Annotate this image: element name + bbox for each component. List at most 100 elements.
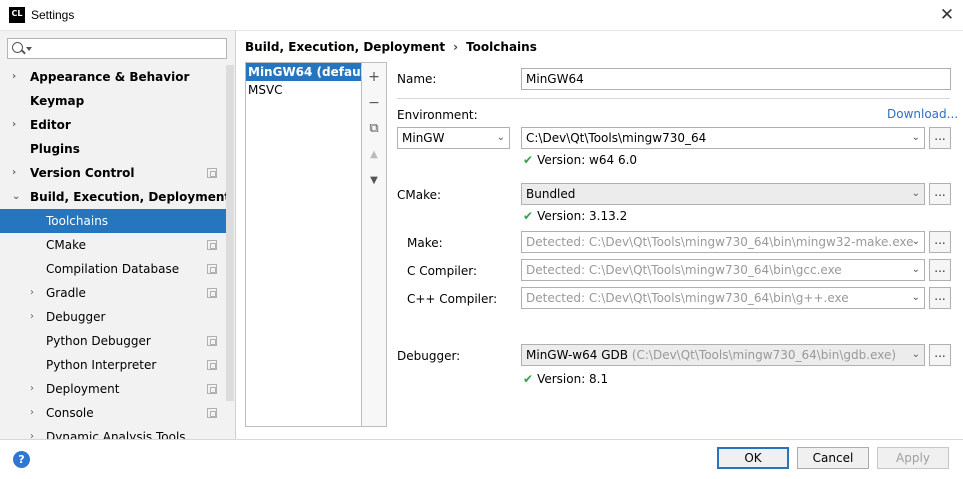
sidebar-item-console[interactable]: › Console <box>0 401 226 425</box>
environment-path-select[interactable]: C:\Dev\Qt\Tools\mingw730_64 ⌄ <box>521 127 925 149</box>
sidebar-item-deployment[interactable]: › Deployment <box>0 377 226 401</box>
sidebar-item-python-debugger[interactable]: Python Debugger <box>0 329 226 353</box>
project-scope-icon <box>207 288 217 298</box>
clion-app-icon: CL <box>9 7 25 23</box>
check-icon: ✔ <box>523 372 534 386</box>
project-scope-icon <box>207 264 217 274</box>
make-browse-button[interactable]: ... <box>929 231 951 253</box>
cancel-button[interactable]: Cancel <box>797 447 869 469</box>
sidebar-item-debugger[interactable]: › Debugger <box>0 305 226 329</box>
check-icon: ✔ <box>523 209 534 223</box>
chevron-down-icon: ⌄ <box>911 349 920 360</box>
breadcrumb: Build, Execution, Deployment › Toolchains <box>245 40 537 54</box>
sidebar-scrollbar[interactable] <box>226 65 234 401</box>
sidebar-item-python-interpreter[interactable]: Python Interpreter <box>0 353 226 377</box>
chevron-right-icon[interactable]: › <box>30 425 34 439</box>
cpp-compiler-select[interactable]: Detected: C:\Dev\Qt\Tools\mingw730_64\bi… <box>521 287 925 309</box>
project-scope-icon <box>207 168 217 178</box>
copy-icon[interactable]: ⧉ <box>362 118 386 140</box>
cpp-compiler-label: C++ Compiler: <box>407 292 498 306</box>
debugger-select[interactable]: MinGW-w64 GDB (C:\Dev\Qt\Tools\mingw730_… <box>521 344 925 366</box>
apply-button[interactable]: Apply <box>877 447 949 469</box>
project-scope-icon <box>207 336 217 346</box>
make-label: Make: <box>407 236 443 250</box>
breadcrumb-separator: › <box>453 40 459 54</box>
sidebar-item-plugins[interactable]: Plugins <box>0 137 226 161</box>
sidebar-item-editor[interactable]: › Editor <box>0 113 226 137</box>
sidebar-item-build-execution-deployment[interactable]: ⌄ Build, Execution, Deployment <box>0 185 230 209</box>
environment-type-value: MinGW <box>402 131 445 145</box>
sidebar-item-label: Debugger <box>46 310 106 324</box>
sidebar-item-label: Python Interpreter <box>46 358 157 372</box>
sidebar-item-label: Version Control <box>30 166 135 180</box>
debugger-browse-button[interactable]: ... <box>929 344 951 366</box>
divider <box>397 98 950 99</box>
move-down-icon[interactable]: ▼ <box>362 170 386 192</box>
chevron-right-icon[interactable]: › <box>30 401 34 425</box>
debugger-label: Debugger: <box>397 349 461 363</box>
chevron-down-icon: ⌄ <box>911 292 920 303</box>
cmake-version: ✔ Version: 3.13.2 <box>523 209 628 223</box>
project-scope-icon <box>207 360 217 370</box>
make-select[interactable]: Detected: C:\Dev\Qt\Tools\mingw730_64\bi… <box>521 231 925 253</box>
cmake-select[interactable]: Bundled ⌄ <box>521 183 925 205</box>
window-title: Settings <box>31 8 75 22</box>
check-icon: ✔ <box>523 153 534 167</box>
add-icon[interactable]: + <box>362 66 386 88</box>
debugger-path: (C:\Dev\Qt\Tools\mingw730_64\bin\gdb.exe… <box>631 348 897 362</box>
environment-browse-button[interactable]: ... <box>929 127 951 149</box>
sidebar-item-keymap[interactable]: Keymap <box>0 89 226 113</box>
chevron-down-icon: ⌄ <box>911 188 920 199</box>
download-link[interactable]: Download... <box>887 107 958 121</box>
environment-version: ✔ Version: w64 6.0 <box>523 153 638 167</box>
chevron-down-icon[interactable]: ⌄ <box>12 185 20 209</box>
cmake-browse-button[interactable]: ... <box>929 183 951 205</box>
move-up-icon[interactable]: ▲ <box>362 144 386 166</box>
cmake-value: Bundled <box>526 187 576 201</box>
sidebar-item-label: Python Debugger <box>46 334 151 348</box>
close-icon[interactable]: ✕ <box>936 5 958 25</box>
c-compiler-label: C Compiler: <box>407 264 478 278</box>
cpp-compiler-browse-button[interactable]: ... <box>929 287 951 309</box>
chevron-right-icon[interactable]: › <box>30 305 34 329</box>
sidebar-item-appearance-behavior[interactable]: › Appearance & Behavior <box>0 65 226 89</box>
sidebar-item-version-control[interactable]: › Version Control <box>0 161 226 185</box>
c-compiler-browse-button[interactable]: ... <box>929 259 951 281</box>
sidebar-item-cmake[interactable]: CMake <box>0 233 226 257</box>
sidebar-item-compilation-database[interactable]: Compilation Database <box>0 257 226 281</box>
sidebar-item-label: Toolchains <box>46 214 109 228</box>
sidebar-item-label: Appearance & Behavior <box>30 70 190 84</box>
chevron-right-icon[interactable]: › <box>12 161 16 185</box>
c-compiler-select[interactable]: Detected: C:\Dev\Qt\Tools\mingw730_64\bi… <box>521 259 925 281</box>
chevron-right-icon[interactable]: › <box>30 281 34 305</box>
sidebar-item-label: Build, Execution, Deployment <box>30 190 231 204</box>
environment-type-select[interactable]: MinGW ⌄ <box>397 127 510 149</box>
name-field[interactable]: MinGW64 <box>521 68 951 90</box>
search-input[interactable] <box>34 40 222 57</box>
sidebar-item-label: Editor <box>30 118 71 132</box>
toolchain-item-mingw64[interactable]: MinGW64 (default) <box>246 63 376 81</box>
sidebar-item-toolchains[interactable]: Toolchains <box>0 209 226 233</box>
sidebar-item-dynamic-analysis-tools[interactable]: › Dynamic Analysis Tools <box>0 425 226 439</box>
c-compiler-value: Detected: C:\Dev\Qt\Tools\mingw730_64\bi… <box>526 263 842 277</box>
chevron-right-icon[interactable]: › <box>12 113 16 137</box>
chevron-right-icon[interactable]: › <box>12 65 16 89</box>
cpp-compiler-value: Detected: C:\Dev\Qt\Tools\mingw730_64\bi… <box>526 291 849 305</box>
environment-label: Environment: <box>397 108 478 122</box>
search-icon <box>12 42 23 53</box>
chevron-down-icon: ⌄ <box>911 132 920 143</box>
footer-divider <box>0 439 963 440</box>
ok-button[interactable]: OK <box>717 447 789 469</box>
remove-icon[interactable]: − <box>362 92 386 114</box>
settings-search[interactable] <box>7 38 227 59</box>
project-scope-icon <box>207 408 217 418</box>
settings-sidebar: › Appearance & Behavior Keymap › Editor Plugi… <box>0 31 236 439</box>
sidebar-item-gradle[interactable]: › Gradle <box>0 281 226 305</box>
environment-path-value: C:\Dev\Qt\Tools\mingw730_64 <box>526 131 707 145</box>
help-icon[interactable]: ? <box>13 451 30 468</box>
chevron-right-icon[interactable]: › <box>30 377 34 401</box>
toolchain-item-msvc[interactable]: MSVC <box>246 81 361 99</box>
chevron-down-icon: ⌄ <box>496 132 505 143</box>
debugger-version: ✔ Version: 8.1 <box>523 372 609 386</box>
search-options-chevron-icon[interactable] <box>26 47 32 51</box>
